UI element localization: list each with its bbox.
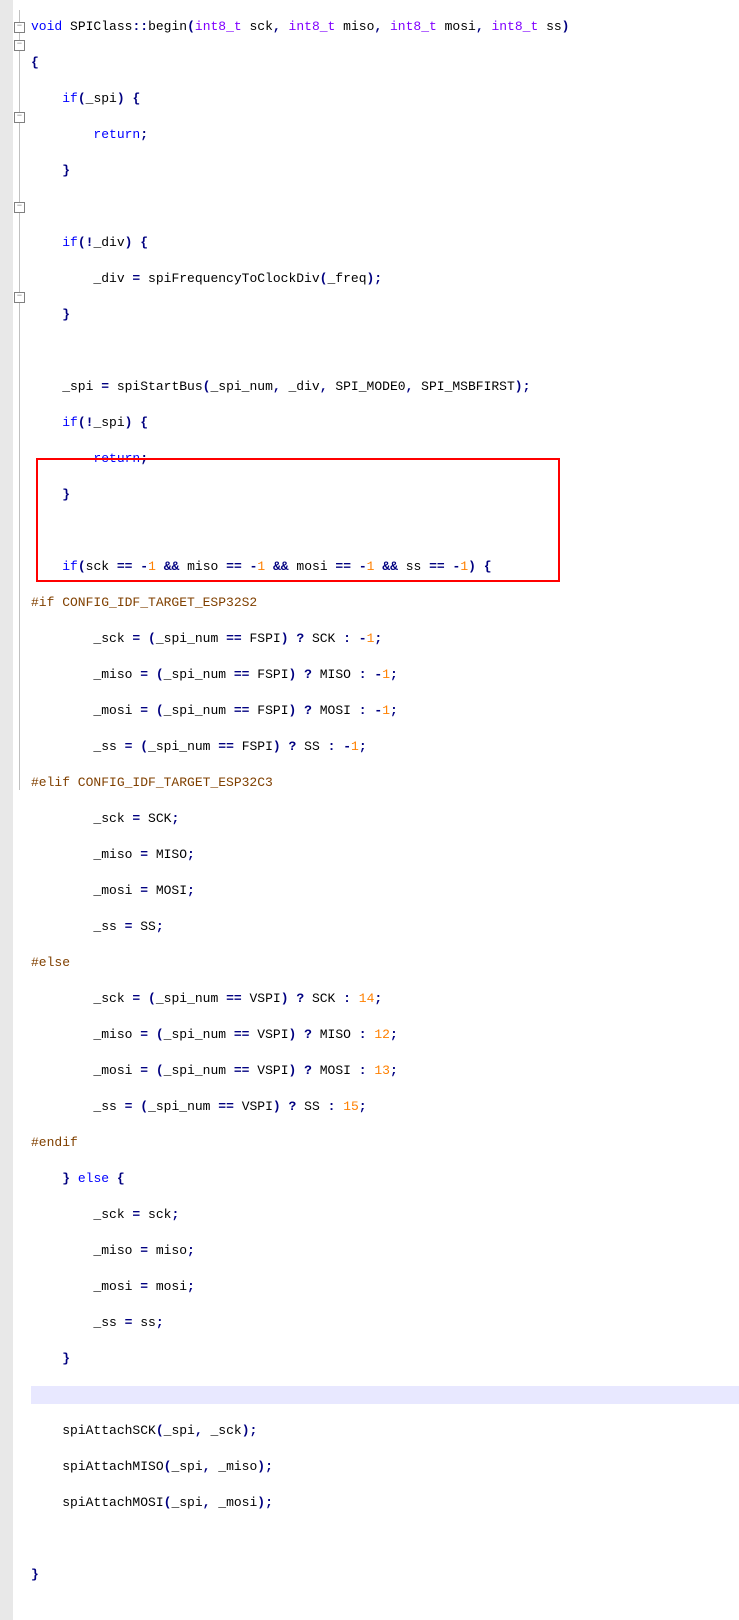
gutter — [0, 0, 13, 1620]
code-line[interactable]: } — [31, 1566, 739, 1584]
code-line[interactable]: if(!_spi) { — [31, 414, 739, 432]
code-line[interactable]: #if CONFIG_IDF_TARGET_ESP32S2 — [31, 594, 739, 612]
code-line[interactable] — [31, 198, 739, 216]
code-line[interactable] — [31, 1530, 739, 1548]
code-line[interactable]: spiAttachSCK(_spi, _sck); — [31, 1422, 739, 1440]
code-line[interactable]: if(_spi) { — [31, 90, 739, 108]
code-line[interactable]: spiAttachMOSI(_spi, _mosi); — [31, 1494, 739, 1512]
code-line[interactable]: _mosi = (_spi_num == VSPI) ? MOSI : 13; — [31, 1062, 739, 1080]
code-line[interactable]: } — [31, 1350, 739, 1368]
code-line[interactable]: } else { — [31, 1170, 739, 1188]
code-line[interactable]: } — [31, 306, 739, 324]
code-line[interactable]: _div = spiFrequencyToClockDiv(_freq); — [31, 270, 739, 288]
code-line[interactable]: _miso = (_spi_num == VSPI) ? MISO : 12; — [31, 1026, 739, 1044]
code-line[interactable]: void SPIClass::begin(int8_t sck, int8_t … — [31, 18, 739, 36]
code-line[interactable]: if(!_div) { — [31, 234, 739, 252]
code-line[interactable]: return; — [31, 450, 739, 468]
code-line[interactable]: _miso = MISO; — [31, 846, 739, 864]
fold-marker[interactable]: − — [14, 22, 25, 33]
code-area[interactable]: void SPIClass::begin(int8_t sck, int8_t … — [27, 0, 739, 1620]
code-line[interactable]: #elif CONFIG_IDF_TARGET_ESP32C3 — [31, 774, 739, 792]
fold-marker[interactable]: − — [14, 292, 25, 303]
code-line[interactable]: } — [31, 486, 739, 504]
code-line[interactable]: return; — [31, 126, 739, 144]
code-line[interactable]: _ss = SS; — [31, 918, 739, 936]
code-line[interactable]: } — [31, 162, 739, 180]
code-line[interactable]: _mosi = mosi; — [31, 1278, 739, 1296]
fold-column: − − − − − — [13, 0, 27, 1620]
code-line[interactable]: _mosi = MOSI; — [31, 882, 739, 900]
code-line[interactable]: _mosi = (_spi_num == FSPI) ? MOSI : -1; — [31, 702, 739, 720]
code-line[interactable]: spiAttachMISO(_spi, _miso); — [31, 1458, 739, 1476]
code-line[interactable]: _miso = (_spi_num == FSPI) ? MISO : -1; — [31, 666, 739, 684]
code-line[interactable]: _sck = (_spi_num == FSPI) ? SCK : -1; — [31, 630, 739, 648]
code-line[interactable]: _sck = (_spi_num == VSPI) ? SCK : 14; — [31, 990, 739, 1008]
code-line[interactable]: _ss = (_spi_num == VSPI) ? SS : 15; — [31, 1098, 739, 1116]
code-line-current[interactable] — [31, 1386, 739, 1404]
code-editor[interactable]: − − − − − void SPIClass::begin(int8_t sc… — [0, 0, 739, 1620]
fold-marker[interactable]: − — [14, 202, 25, 213]
code-line[interactable]: _sck = sck; — [31, 1206, 739, 1224]
code-line[interactable]: _ss = ss; — [31, 1314, 739, 1332]
code-line[interactable]: _miso = miso; — [31, 1242, 739, 1260]
code-line[interactable] — [31, 522, 739, 540]
code-line[interactable]: _ss = (_spi_num == FSPI) ? SS : -1; — [31, 738, 739, 756]
code-line[interactable]: if(sck == -1 && miso == -1 && mosi == -1… — [31, 558, 739, 576]
code-line[interactable]: #endif — [31, 1134, 739, 1152]
fold-marker[interactable]: − — [14, 40, 25, 51]
code-line[interactable]: #else — [31, 954, 739, 972]
fold-marker[interactable]: − — [14, 112, 25, 123]
code-line[interactable] — [31, 342, 739, 360]
code-line[interactable]: _spi = spiStartBus(_spi_num, _div, SPI_M… — [31, 378, 739, 396]
code-line[interactable]: { — [31, 54, 739, 72]
code-line[interactable]: _sck = SCK; — [31, 810, 739, 828]
